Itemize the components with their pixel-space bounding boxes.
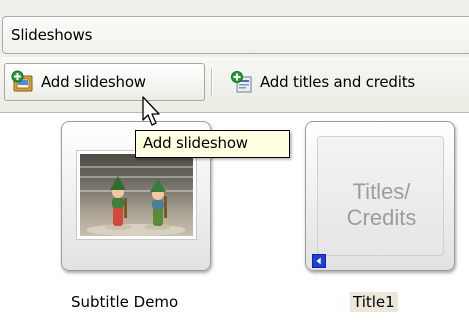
selected-slideshow-caption[interactable]: Title1 — [350, 292, 398, 312]
title-card-text-line2: Credits — [346, 205, 417, 230]
panel-title: Slideshows — [11, 26, 93, 44]
add-titles-label: Add titles and credits — [260, 73, 416, 91]
toolbar-separator — [211, 68, 213, 96]
panel-header: Slideshows — [0, 0, 469, 57]
add-slideshow-button[interactable]: Add slideshow — [4, 63, 205, 101]
title-card-preview: Titles/ Credits — [317, 136, 444, 256]
slideshow-editor: Slideshows Add slideshow Add titles and … — [0, 0, 469, 325]
add-slideshow-icon — [11, 70, 33, 92]
add-titles-icon — [231, 71, 252, 93]
slideshow-caption[interactable]: Subtitle Demo — [68, 292, 181, 312]
mouse-cursor-icon — [142, 96, 160, 126]
slideshow-thumbnail-title1[interactable]: Titles/ Credits — [305, 121, 455, 271]
play-back-badge-icon — [312, 254, 326, 268]
add-titles-button[interactable]: Add titles and credits — [224, 63, 469, 101]
add-slideshow-label: Add slideshow — [41, 73, 146, 91]
figurines-picture — [86, 176, 186, 236]
toolbar: Add slideshow Add titles and credits — [0, 57, 469, 113]
thumbnail-image — [80, 154, 193, 236]
panel-title-box: Slideshows — [2, 16, 469, 54]
tooltip: Add slideshow — [135, 130, 290, 158]
thumbnail-frame — [76, 150, 197, 240]
title-card-text-line1: Titles/ — [352, 179, 411, 204]
